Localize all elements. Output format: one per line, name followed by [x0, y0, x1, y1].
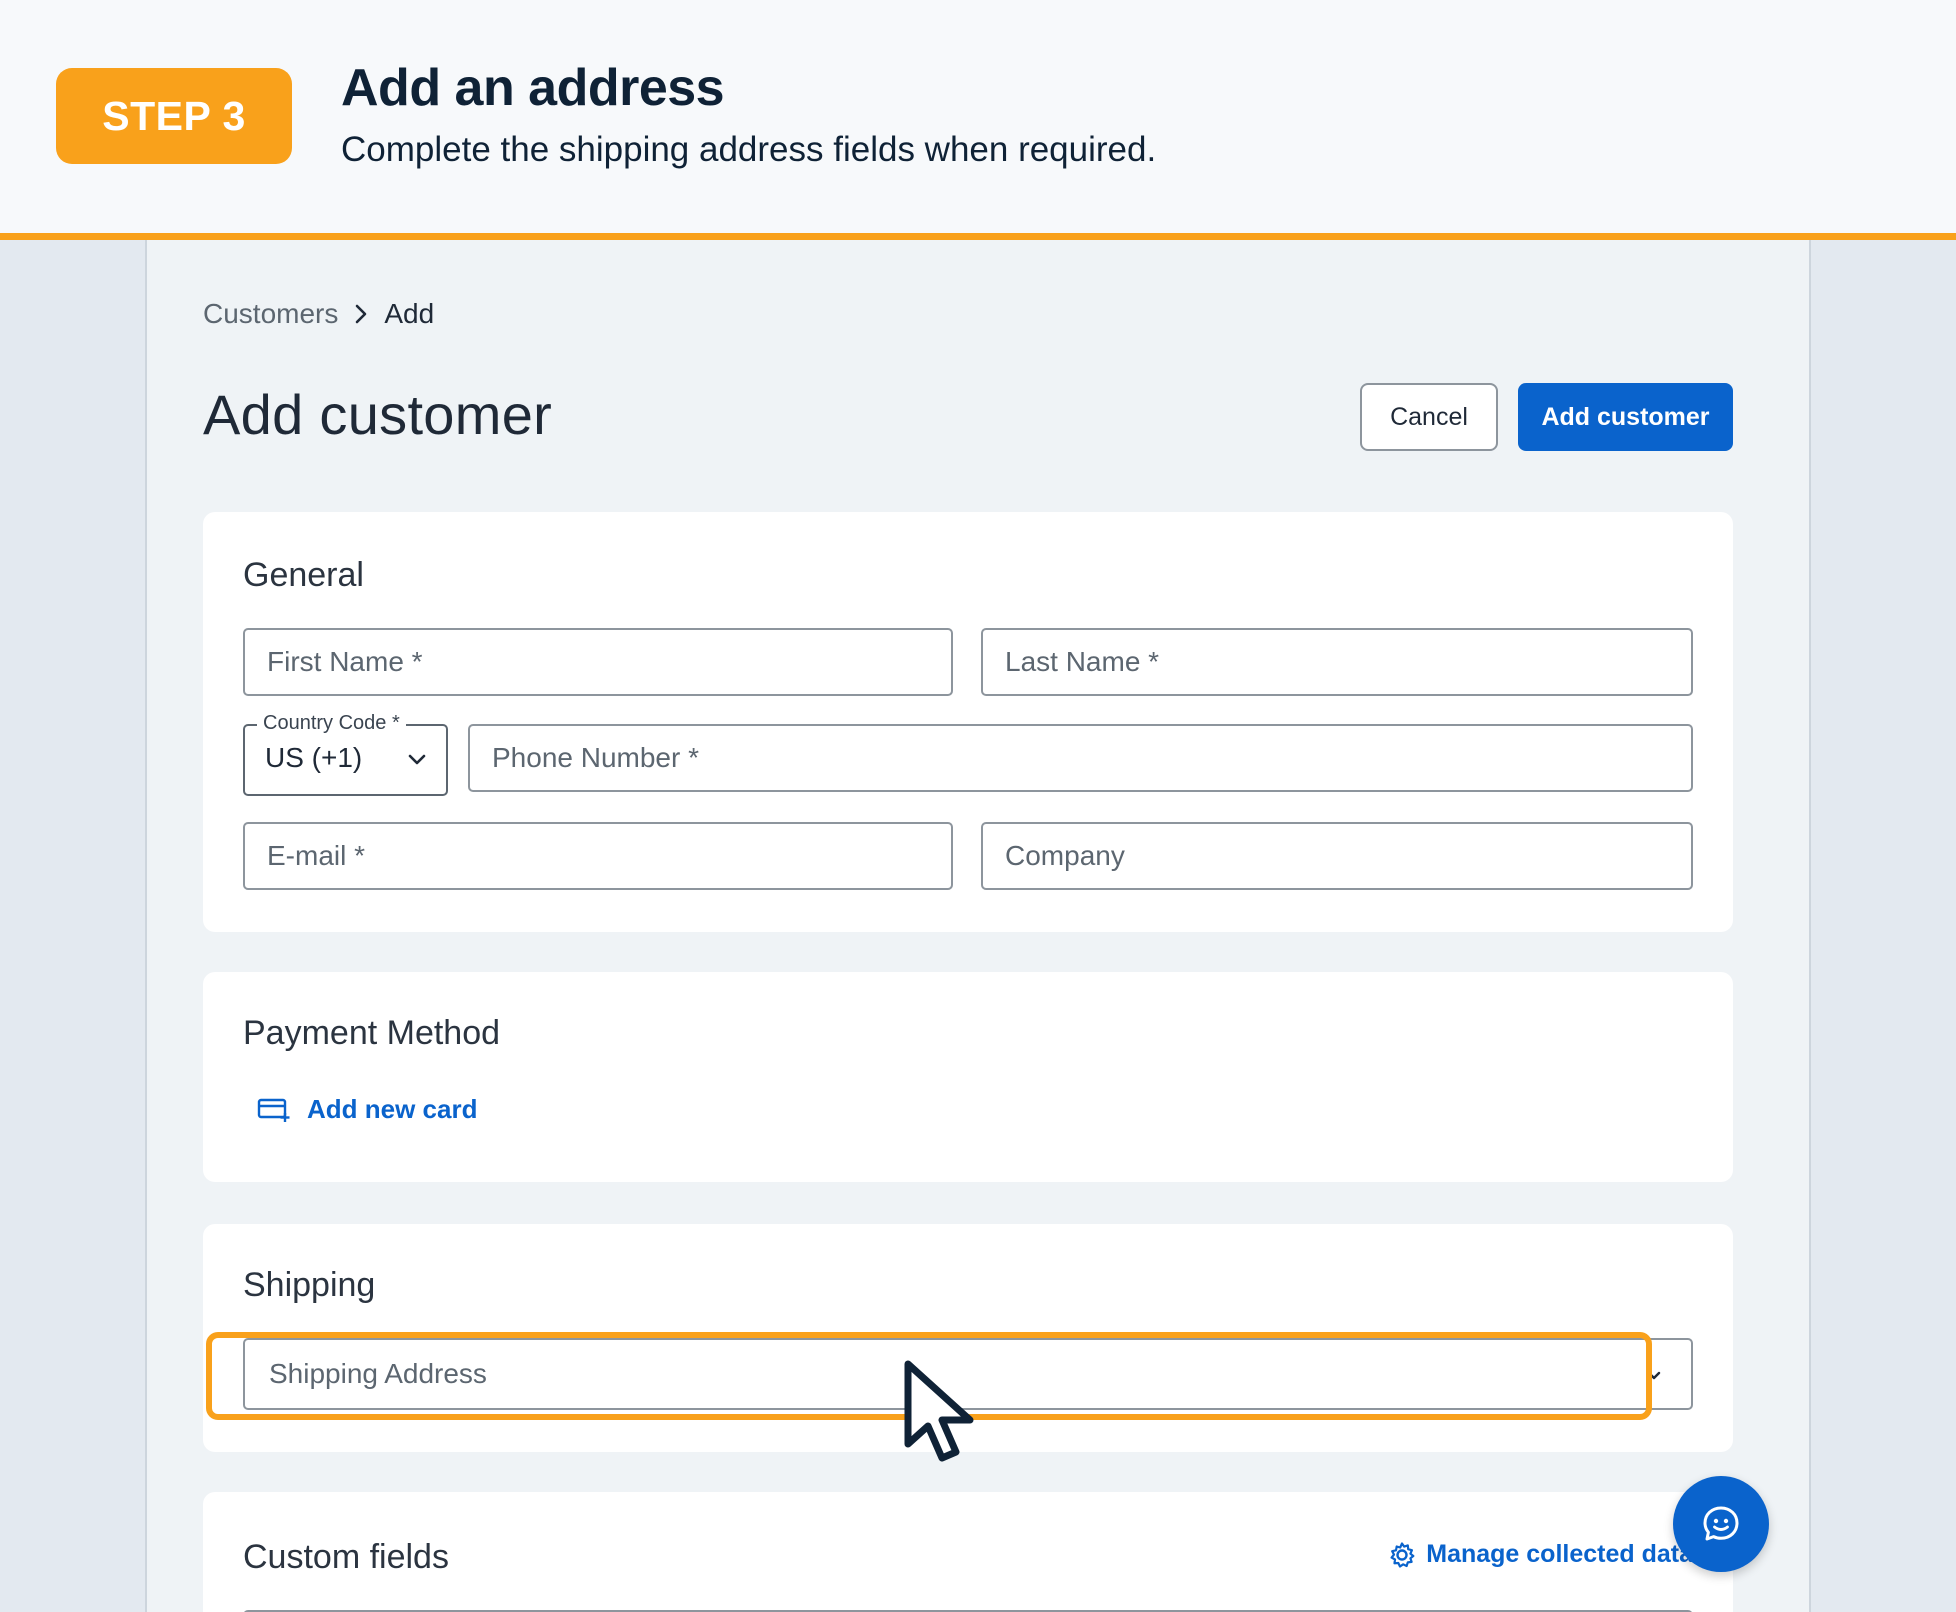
general-section: General First Name * Last Name * Country…	[203, 512, 1733, 932]
shipping-section-title: Shipping	[243, 1266, 376, 1304]
breadcrumb-customers-link[interactable]: Customers	[203, 298, 338, 330]
mouse-cursor-icon	[904, 1360, 974, 1462]
gear-icon	[1390, 1541, 1415, 1568]
chevron-down-icon	[1645, 1366, 1663, 1384]
add-new-card-link[interactable]: Add new card	[257, 1094, 477, 1125]
country-code-value: US (+1)	[265, 742, 363, 773]
add-card-icon	[257, 1098, 290, 1122]
first-name-placeholder: First Name *	[267, 646, 423, 677]
banner-title: Add an address	[341, 59, 725, 117]
page-title: Add customer	[203, 383, 553, 446]
add-customer-button[interactable]: Add customer	[1518, 383, 1733, 451]
email-input[interactable]: E-mail *	[243, 822, 953, 890]
chat-support-button[interactable]	[1673, 1476, 1769, 1572]
chevron-down-icon	[406, 748, 428, 770]
last-name-input[interactable]: Last Name *	[981, 628, 1693, 696]
country-code-select[interactable]: Country Code * US (+1)	[243, 712, 448, 796]
custom-fields-section: Custom fields Manage collected data	[203, 1492, 1733, 1612]
manage-collected-data-link[interactable]: Manage collected data	[1388, 1540, 1693, 1569]
add-new-card-label: Add new card	[307, 1094, 478, 1124]
phone-number-placeholder: Phone Number *	[492, 742, 700, 773]
payment-section-title: Payment Method	[243, 1014, 501, 1052]
tutorial-banner: STEP 3 Add an address Complete the shipp…	[0, 0, 1956, 240]
company-placeholder: Company	[1005, 840, 1125, 871]
shipping-address-placeholder: Shipping Address	[269, 1358, 487, 1389]
last-name-placeholder: Last Name *	[1005, 646, 1160, 677]
breadcrumb: Customers Add	[203, 298, 434, 330]
general-section-title: General	[243, 556, 364, 594]
manage-collected-data-label: Manage collected data	[1426, 1540, 1693, 1568]
country-code-label: Country Code *	[257, 712, 406, 735]
chat-icon	[1703, 1506, 1739, 1541]
email-placeholder: E-mail *	[267, 840, 366, 871]
custom-fields-section-title: Custom fields	[243, 1538, 449, 1576]
first-name-input[interactable]: First Name *	[243, 628, 953, 696]
step-badge: STEP 3	[56, 68, 292, 164]
chevron-right-icon	[350, 303, 372, 325]
breadcrumb-current: Add	[384, 298, 435, 329]
banner-subtitle: Complete the shipping address fields whe…	[341, 130, 1157, 169]
payment-method-section: Payment Method Add new card	[203, 972, 1733, 1182]
cancel-button[interactable]: Cancel	[1360, 383, 1498, 451]
company-input[interactable]: Company	[981, 822, 1693, 890]
phone-number-input[interactable]: Phone Number *	[468, 724, 1693, 792]
